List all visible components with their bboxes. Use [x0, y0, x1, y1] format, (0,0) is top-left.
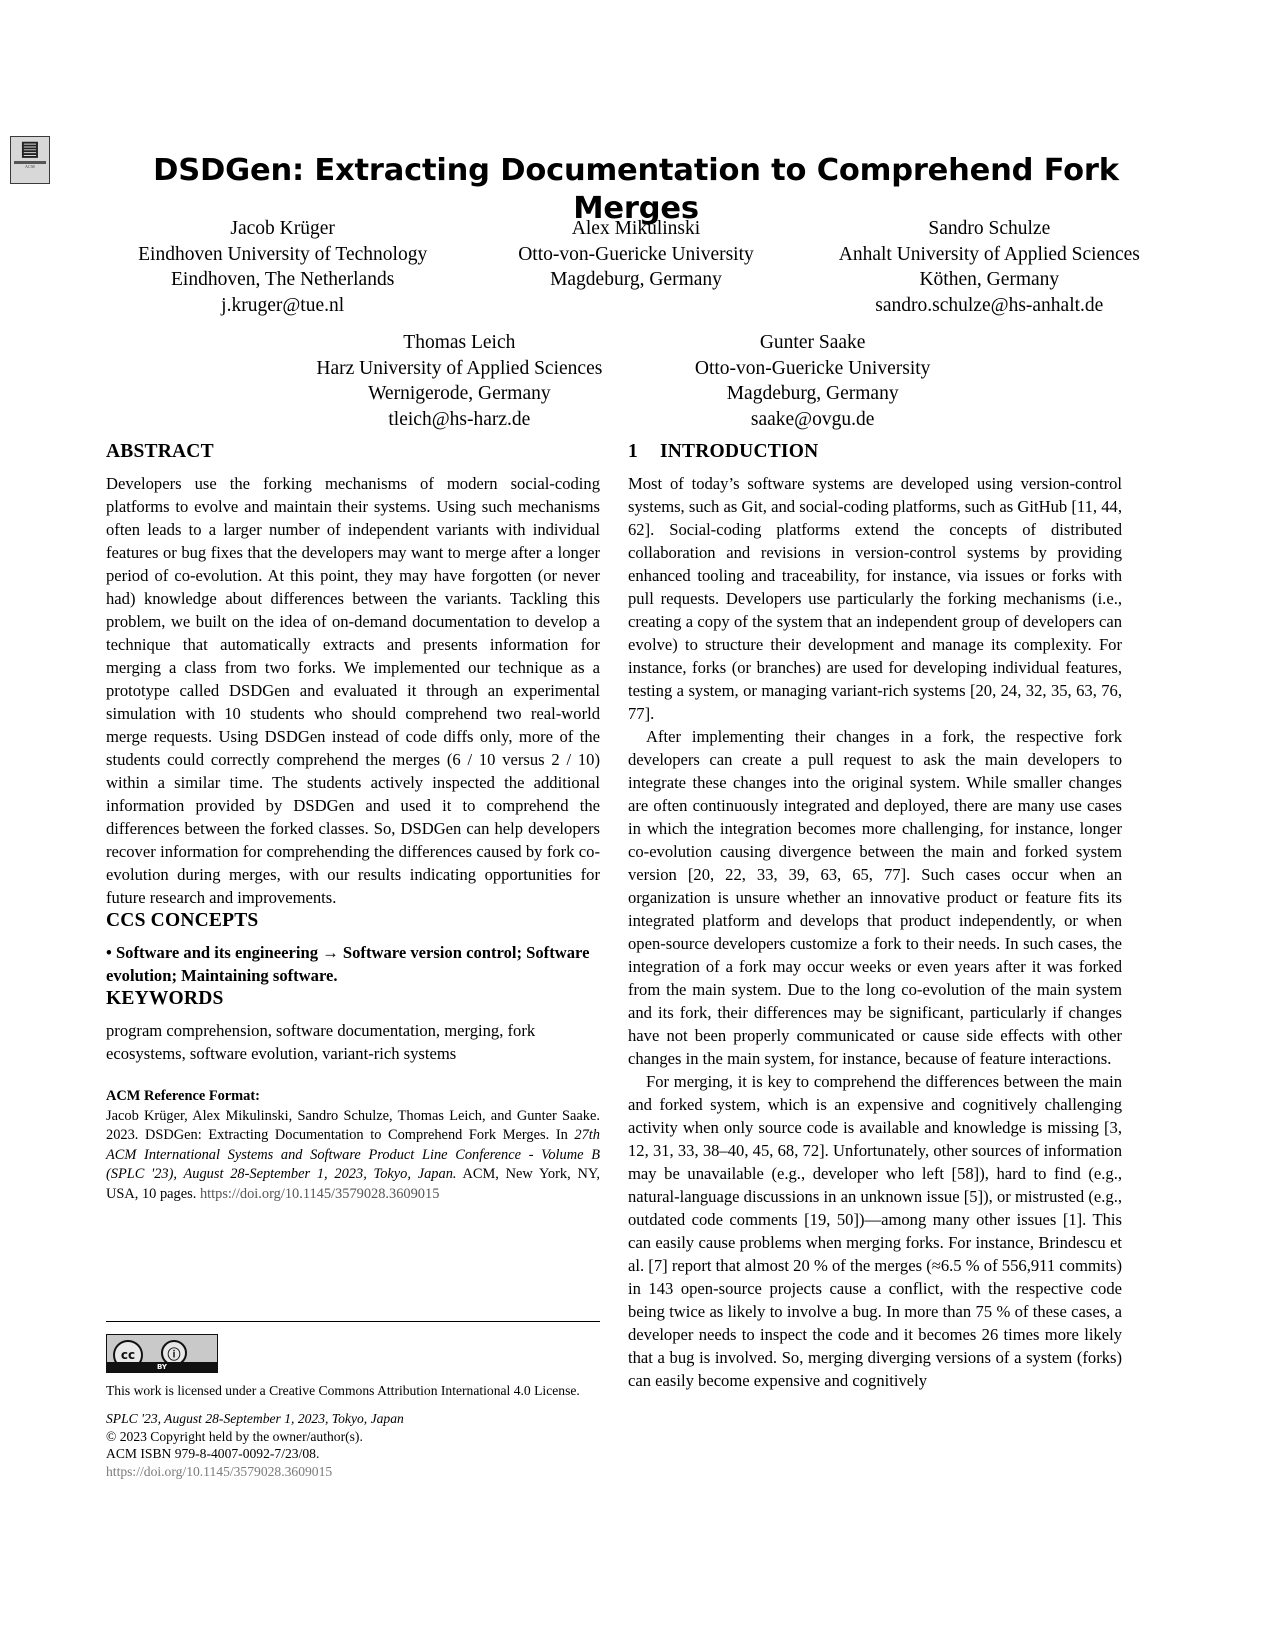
- abstract-heading: ABSTRACT: [106, 441, 214, 462]
- author-name: Thomas Leich: [403, 332, 516, 353]
- introduction-title: INTRODUCTION: [659, 441, 819, 462]
- keywords-text: program comprehension, software document…: [106, 1021, 536, 1063]
- footer-metadata: SPLC '23, August 28-September 1, 2023, T…: [106, 1410, 566, 1480]
- author-email[interactable]: sandro.schulze@hs-anhalt.de: [813, 293, 1166, 319]
- author-affiliation: Otto-von-Guericke University: [694, 357, 931, 379]
- acm-logo-icon: ▤ ACM: [10, 136, 50, 184]
- ccs-concepts-heading: CCS CONCEPTS: [106, 910, 259, 931]
- acm-reference-authors: Jacob Krüger, Alex Mikulinski, Sandro Sc…: [106, 1107, 600, 1144]
- author-name: Alex Mikulinski: [571, 218, 701, 239]
- acm-reference-block: ACM Reference Format: Jacob Krüger, Alex…: [106, 1087, 600, 1204]
- author-location: Köthen, Germany: [919, 269, 1060, 290]
- keywords-heading: KEYWORDS: [106, 988, 224, 1009]
- author-name: Sandro Schulze: [928, 218, 1051, 239]
- introduction-heading: 1 INTRODUCTION: [628, 440, 1122, 464]
- author-row-second: Thomas Leich Harz University of Applied …: [106, 330, 1166, 432]
- abstract-text: Developers use the forking mechanisms of…: [106, 474, 600, 907]
- footer-isbn: ACM ISBN 979-8-4007-0092-7/23/08.: [106, 1446, 320, 1462]
- footer-venue: SPLC '23, August 28-September 1, 2023, T…: [106, 1411, 404, 1426]
- author-name: Jacob Krüger: [230, 218, 335, 239]
- author-name: Gunter Saake: [759, 332, 866, 353]
- author-email[interactable]: tleich@hs-harz.de: [283, 407, 636, 433]
- acm-reference-doi-link[interactable]: https://doi.org/10.1145/3579028.3609015: [200, 1186, 439, 1202]
- footer-copyright: © 2023 Copyright held by the owner/autho…: [106, 1428, 363, 1444]
- author-affiliation: Anhalt University of Applied Sciences: [838, 243, 1140, 265]
- author-affiliation: Eindhoven University of Technology: [138, 243, 428, 265]
- introduction-paragraph: For merging, it is key to comprehend the…: [628, 1072, 1122, 1390]
- paper-page: ▤ ACM DSDGen: Extracting Documentation t…: [0, 0, 1275, 1650]
- author-block: Gunter Saake Otto-von-Guericke Universit…: [636, 330, 989, 432]
- footer-doi-link[interactable]: https://doi.org/10.1145/3579028.3609015: [106, 1463, 566, 1481]
- author-affiliation: Harz University of Applied Sciences: [316, 357, 603, 379]
- author-block: Jacob Krüger Eindhoven University of Tec…: [106, 216, 459, 318]
- acm-logo-caption: ACM: [24, 164, 35, 169]
- acm-logo-glyph: ▤: [20, 138, 40, 160]
- author-block: Thomas Leich Harz University of Applied …: [283, 330, 636, 432]
- left-column: ABSTRACT Developers use the forking mech…: [106, 440, 600, 1204]
- author-location: Wernigerode, Germany: [368, 383, 551, 404]
- creative-commons-icon: cc ⓘ BY: [106, 1334, 218, 1373]
- footer-divider: [106, 1321, 600, 1322]
- cc-by-label: BY: [156, 1363, 168, 1371]
- acm-reference-heading: ACM Reference Format:: [106, 1088, 260, 1104]
- author-location: Magdeburg, Germany: [550, 269, 722, 290]
- author-location: Eindhoven, The Netherlands: [171, 269, 395, 290]
- author-location: Magdeburg, Germany: [726, 383, 899, 404]
- introduction-number: 1: [628, 441, 638, 462]
- right-column: 1 INTRODUCTION Most of today’s software …: [628, 440, 1122, 1392]
- introduction-paragraph: Most of today’s software systems are dev…: [628, 474, 1122, 723]
- author-block: Sandro Schulze Anhalt University of Appl…: [813, 216, 1166, 318]
- author-affiliation: Otto-von-Guericke University: [518, 243, 754, 265]
- author-block: Alex Mikulinski Otto-von-Guericke Univer…: [459, 216, 812, 318]
- author-row-first: Jacob Krüger Eindhoven University of Tec…: [106, 216, 1166, 318]
- author-email[interactable]: j.kruger@tue.nl: [106, 293, 459, 319]
- introduction-paragraph: After implementing their changes in a fo…: [628, 727, 1122, 1068]
- ccs-concepts-text: • Software and its engineering → Softwar…: [106, 943, 590, 985]
- author-email[interactable]: saake@ovgu.de: [636, 407, 989, 433]
- license-statement: This work is licensed under a Creative C…: [106, 1383, 580, 1398]
